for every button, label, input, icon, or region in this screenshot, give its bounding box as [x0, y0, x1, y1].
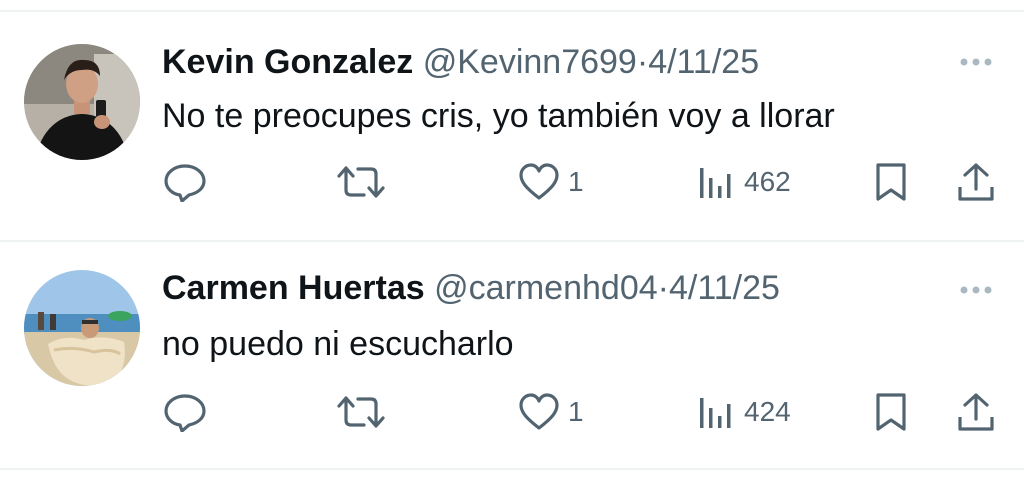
separator-dot: ·	[657, 269, 669, 307]
tweet-text: no puedo ni escucharlo	[162, 325, 514, 363]
tweet-text: No te preocupes cris, yo también voy a l…	[162, 97, 835, 135]
author-name[interactable]: Carmen Huertas	[162, 269, 425, 307]
views-button[interactable]: 424	[696, 390, 791, 434]
share-icon	[958, 393, 994, 431]
tweet-header: Kevin Gonzalez @Kevinn7699·4/11/25	[162, 42, 759, 82]
like-count: 1	[568, 166, 584, 197]
tweet-header: Carmen Huertas @carmenhd04·4/11/25	[162, 268, 780, 308]
separator-dot: ·	[636, 43, 649, 81]
tweet-date[interactable]: 4/11/25	[648, 43, 759, 81]
retweet-icon	[337, 166, 385, 198]
reply-icon	[164, 164, 206, 202]
share-button[interactable]	[956, 160, 996, 204]
share-icon	[958, 163, 994, 201]
heart-icon	[519, 393, 559, 430]
reply-button[interactable]	[162, 390, 208, 434]
tweet[interactable]: Kevin Gonzalez @Kevinn7699·4/11/25 No te…	[0, 12, 1024, 242]
bookmark-icon	[876, 393, 906, 431]
heart-icon	[519, 163, 559, 200]
bookmark-button[interactable]	[874, 160, 908, 204]
like-count: 1	[568, 396, 584, 427]
author-handle[interactable]: @carmenhd04	[434, 269, 658, 307]
view-count: 462	[744, 166, 791, 197]
reply-icon	[164, 394, 206, 432]
views-icon	[700, 168, 731, 198]
more-options-icon	[960, 286, 992, 294]
tweet-date[interactable]: 4/11/25	[669, 269, 780, 307]
avatar[interactable]	[24, 270, 140, 386]
views-button[interactable]: 462	[696, 160, 791, 204]
divider-bottom	[0, 468, 1024, 470]
more-options-button[interactable]	[956, 280, 996, 300]
author-name[interactable]: Kevin Gonzalez	[162, 43, 413, 81]
view-count: 424	[744, 396, 791, 427]
like-button[interactable]: 1	[518, 160, 584, 204]
retweet-button[interactable]	[336, 160, 386, 204]
retweet-button[interactable]	[336, 390, 386, 434]
retweet-icon	[337, 396, 385, 428]
like-button[interactable]: 1	[518, 390, 584, 434]
author-handle[interactable]: @Kevinn7699	[423, 43, 637, 81]
bookmark-button[interactable]	[874, 390, 908, 434]
views-icon	[700, 398, 731, 428]
more-options-icon	[960, 58, 992, 66]
profile-photo-icon	[24, 270, 140, 386]
bookmark-icon	[876, 163, 906, 201]
profile-photo-icon	[24, 44, 140, 160]
share-button[interactable]	[956, 390, 996, 434]
more-options-button[interactable]	[956, 52, 996, 72]
tweet[interactable]: Carmen Huertas @carmenhd04·4/11/25 no pu…	[0, 242, 1024, 472]
reply-button[interactable]	[162, 160, 208, 204]
avatar[interactable]	[24, 44, 140, 160]
